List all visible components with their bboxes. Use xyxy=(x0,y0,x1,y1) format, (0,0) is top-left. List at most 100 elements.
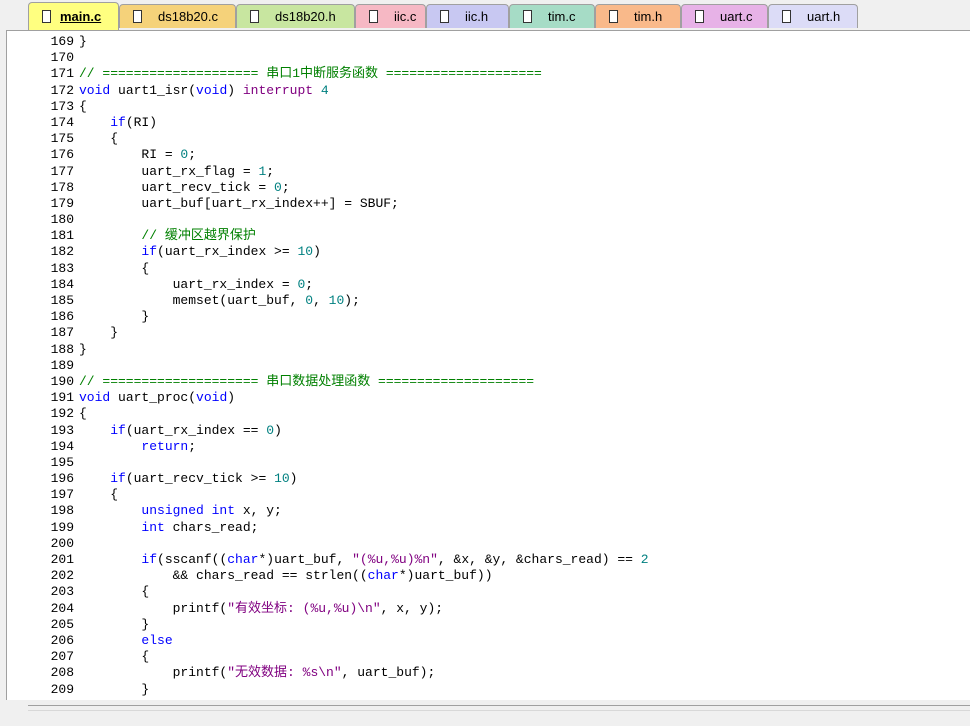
line-number: 200 xyxy=(50,535,74,551)
file-tab[interactable]: iic.h xyxy=(426,4,509,28)
line-number: 184 xyxy=(50,276,74,292)
code-line: 189 xyxy=(7,358,970,374)
file-icon xyxy=(782,10,791,23)
file-icon xyxy=(133,10,142,23)
code-token: void xyxy=(79,390,111,406)
code-token: uart_buf[uart_rx_index++] = SBUF; xyxy=(79,195,399,211)
code-token: if xyxy=(141,244,158,260)
file-icon xyxy=(695,10,704,23)
code-token: ) xyxy=(227,390,236,406)
line-number: 196 xyxy=(50,471,74,487)
line-number: 202 xyxy=(50,568,74,584)
code-line: 201 if(sscanf((char*)uart_buf, "(%u,%u)%… xyxy=(7,552,970,568)
tab-label: tim.h xyxy=(634,9,663,24)
file-tab[interactable]: ds18b20.c xyxy=(119,4,236,28)
line-number: 204 xyxy=(50,600,74,616)
code-line: 191 void uart_proc(void) xyxy=(7,390,970,406)
line-number: 183 xyxy=(50,260,74,276)
code-token: } xyxy=(79,681,150,697)
code-text: uart_rx_index = 0; xyxy=(79,277,313,293)
line-number: 192 xyxy=(50,406,74,422)
code-token: uart_rx_index = xyxy=(79,276,298,292)
file-icon xyxy=(440,10,449,23)
file-tab-bar: main.c ds18b20.c ds18b20.h iic.c iic.h tim.c t… xyxy=(0,0,970,30)
code-token: 0 xyxy=(274,179,282,195)
code-token: "无效数据: %s\n" xyxy=(227,665,342,681)
code-token: RI = xyxy=(79,147,181,163)
line-number: 169 xyxy=(50,34,74,49)
code-token: "(%u,%u)%n" xyxy=(352,552,438,567)
code-token: ; xyxy=(266,163,275,179)
code-token: uart1_isr( xyxy=(110,82,197,98)
file-icon xyxy=(42,10,51,23)
line-number: 191 xyxy=(50,390,74,406)
code-line: 176 RI = 0; xyxy=(7,147,970,163)
code-token: x, y; xyxy=(235,503,282,519)
code-text: } xyxy=(79,309,149,325)
file-tab[interactable]: main.c xyxy=(28,2,119,30)
code-token: else xyxy=(141,632,173,648)
line-number: 205 xyxy=(50,616,74,632)
code-text: return; xyxy=(79,439,196,455)
code-token: *)uart_buf, xyxy=(258,552,353,567)
file-tab[interactable]: uart.c xyxy=(681,4,768,28)
code-line: 195 xyxy=(7,455,970,471)
code-token: ) xyxy=(274,422,282,438)
code-text: if(sscanf((char*)uart_buf, "(%u,%u)%n", … xyxy=(79,552,648,568)
code-line: 169} xyxy=(7,34,970,50)
file-tab[interactable]: tim.h xyxy=(595,4,681,28)
code-token: } xyxy=(79,34,87,49)
code-token: ); xyxy=(344,293,360,308)
code-token: { xyxy=(79,131,119,147)
code-token: char xyxy=(227,552,259,567)
code-text: { xyxy=(79,99,87,115)
code-token: (sscanf(( xyxy=(157,552,228,567)
code-lines: 169} 170 171// ==================== 串口1中断服… xyxy=(7,34,970,698)
code-editor[interactable]: 169} 170 171// ==================== 串口1中断服… xyxy=(6,30,970,700)
code-text: } xyxy=(79,617,149,633)
code-line: 209 } xyxy=(7,682,970,698)
line-number: 187 xyxy=(50,325,74,341)
code-text: uart_recv_tick = 0; xyxy=(79,179,289,196)
file-tab[interactable]: ds18b20.h xyxy=(236,4,355,28)
code-line: 205 } xyxy=(7,617,970,633)
scrollbar-track[interactable] xyxy=(28,705,970,711)
code-line: 202 && chars_read == strlen((char*)uart_… xyxy=(7,568,970,584)
code-token: } xyxy=(79,325,119,341)
file-tab[interactable]: uart.h xyxy=(768,4,858,28)
code-token: } xyxy=(79,616,150,632)
code-token: (uart_rx_index >= xyxy=(157,244,298,260)
code-line: 193 if(uart_rx_index == 0) xyxy=(7,423,970,439)
code-token: 10 xyxy=(297,244,314,260)
code-text: { xyxy=(79,406,87,422)
tab-label: ds18b20.c xyxy=(158,9,218,24)
code-text: { xyxy=(79,261,149,277)
file-tab[interactable]: iic.c xyxy=(355,4,426,28)
code-token: if xyxy=(141,552,158,567)
code-line: 184 uart_rx_index = 0; xyxy=(7,277,970,293)
code-text: if(uart_rx_index == 0) xyxy=(79,423,282,439)
code-text: int chars_read; xyxy=(79,520,258,536)
line-number: 188 xyxy=(50,341,74,357)
code-text: uart_buf[uart_rx_index++] = SBUF; xyxy=(79,195,399,212)
code-line: 179 uart_buf[uart_rx_index++] = SBUF; xyxy=(7,196,970,212)
file-icon xyxy=(250,10,259,23)
code-text: else xyxy=(79,632,173,649)
line-number: 185 xyxy=(50,293,74,308)
horizontal-scrollbar[interactable] xyxy=(0,700,970,726)
code-line: 198 unsigned int x, y; xyxy=(7,503,970,519)
code-line: 190 // ==================== 串口数据处理函数 ====… xyxy=(7,374,970,390)
code-text: } xyxy=(79,34,87,50)
code-line: 185 memset(uart_buf, 0, 10); xyxy=(7,293,970,309)
file-tab[interactable]: tim.c xyxy=(509,4,595,28)
code-line: 192 { xyxy=(7,406,970,422)
code-line: 208 printf("无效数据: %s\n", uart_buf); xyxy=(7,665,970,681)
code-text: // ==================== 串口1中断服务函数 ======… xyxy=(79,66,542,82)
line-number: 189 xyxy=(50,357,74,373)
code-token: { xyxy=(79,487,119,503)
code-line: 200 xyxy=(7,536,970,552)
